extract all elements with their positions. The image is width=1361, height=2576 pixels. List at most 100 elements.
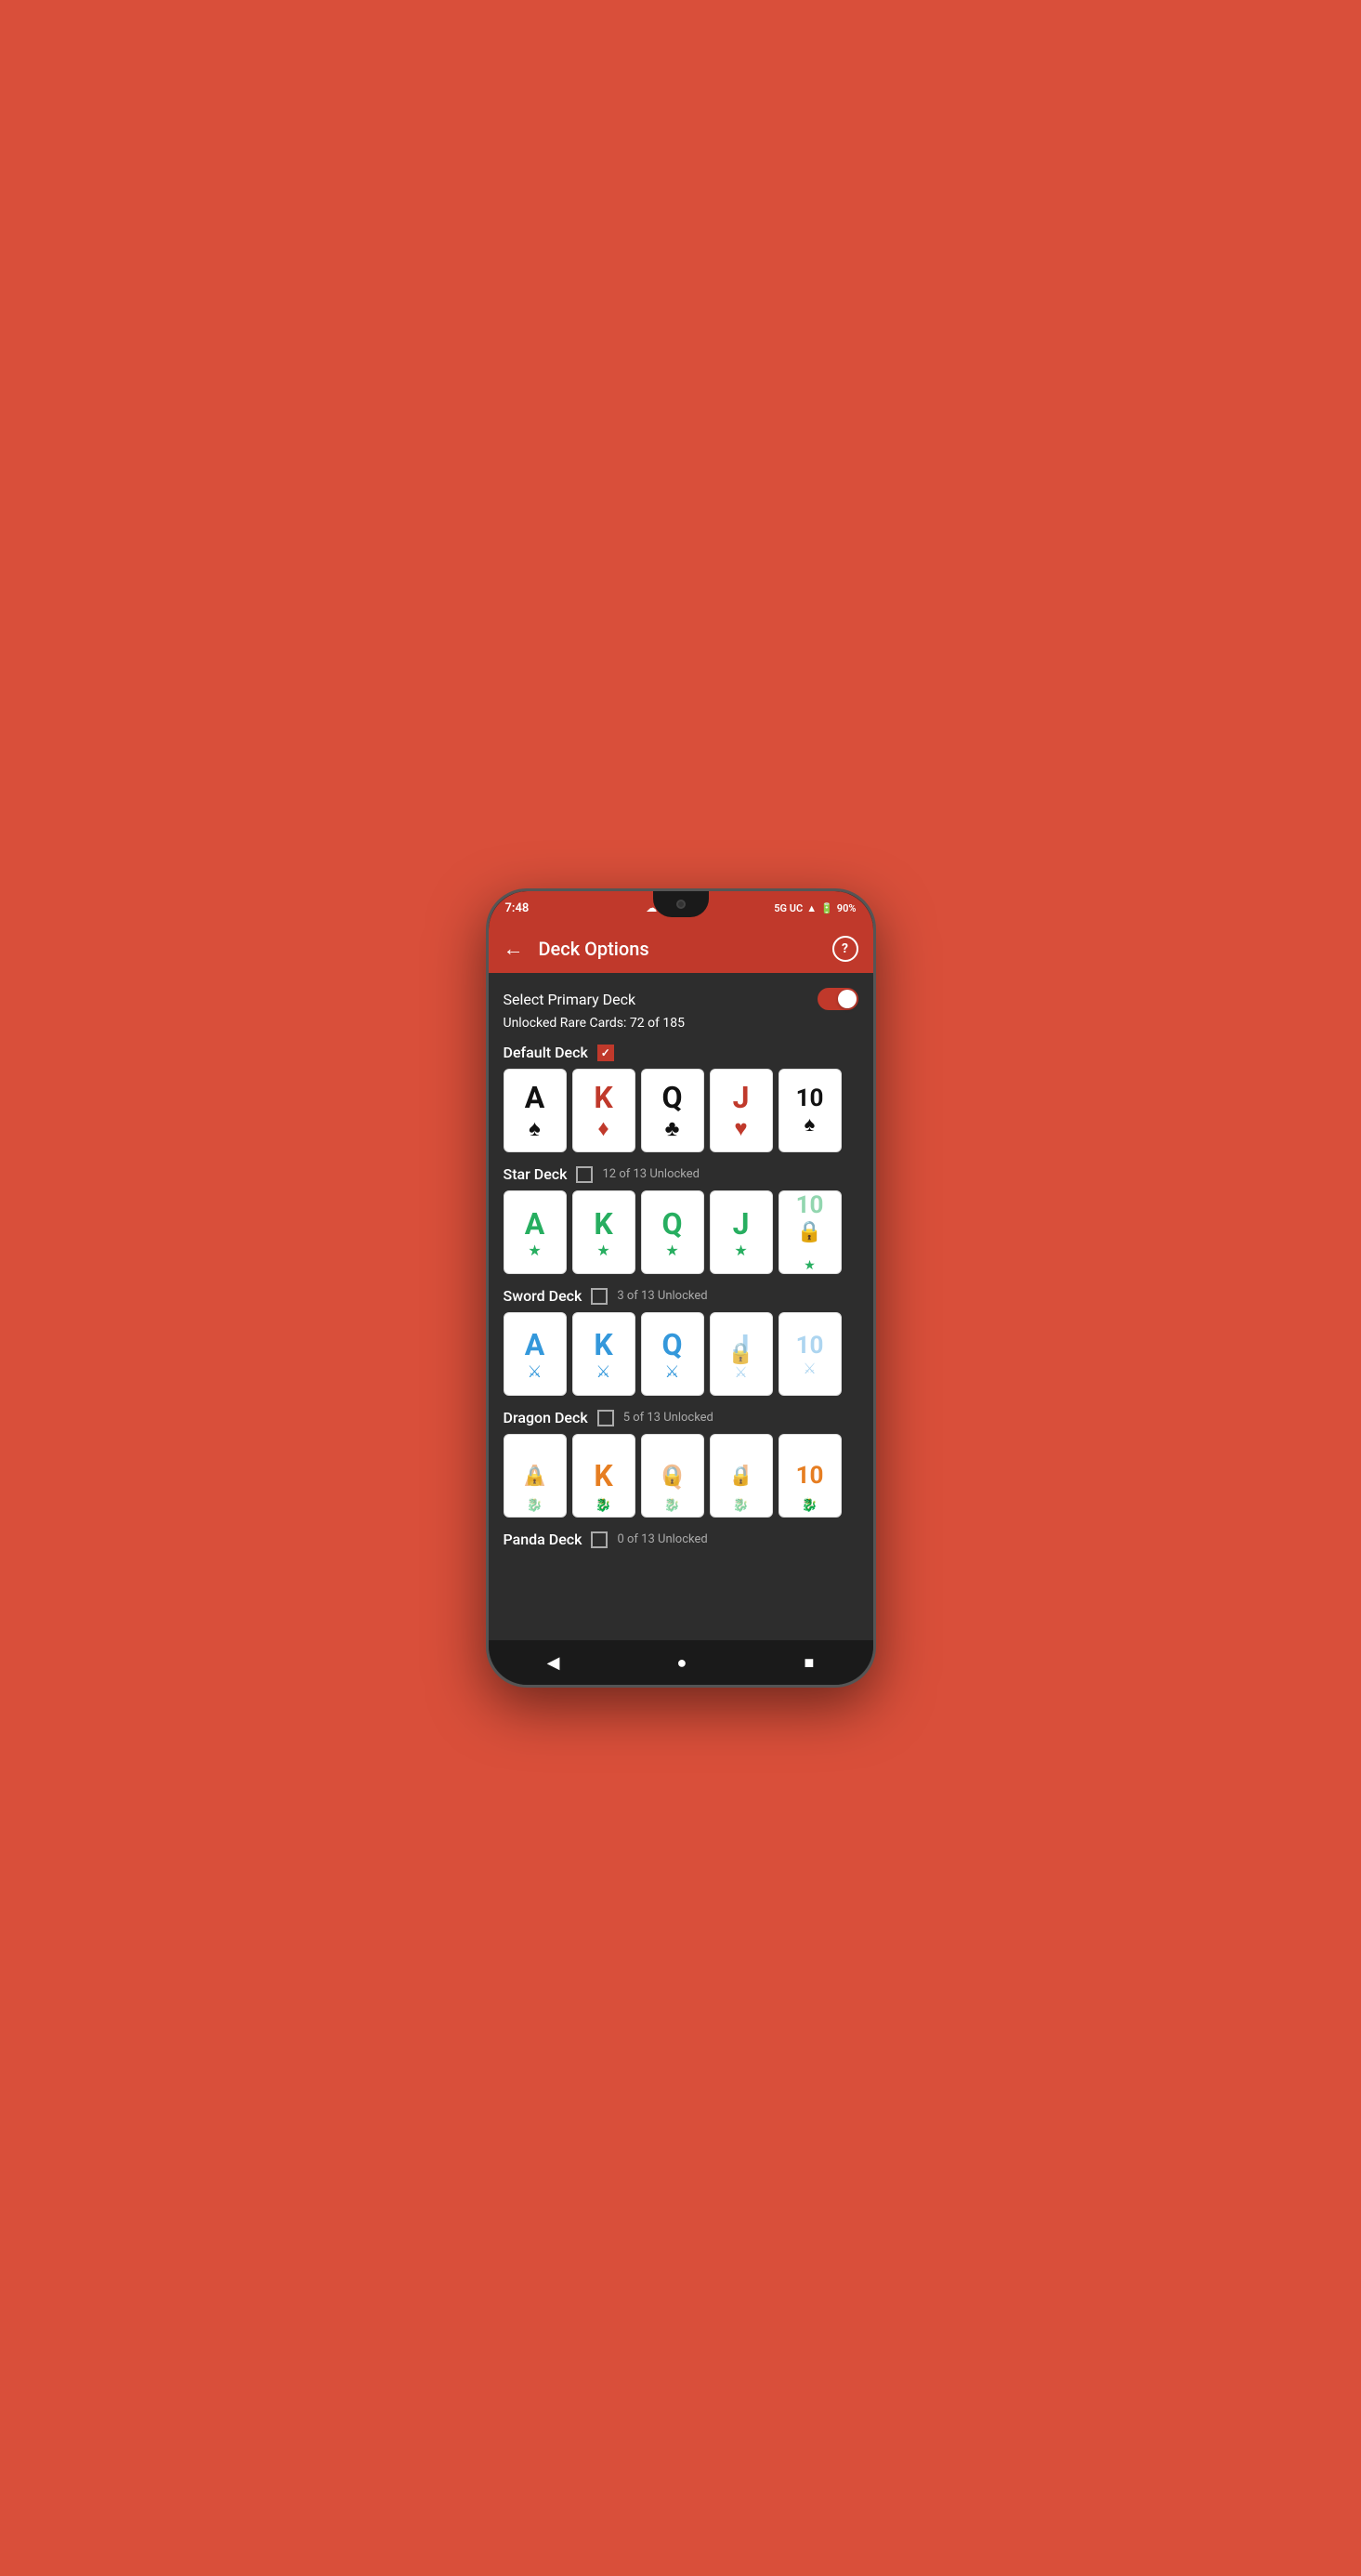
card-letter: K bbox=[594, 1327, 612, 1362]
star-deck-section: Star Deck 12 of 13 Unlocked A ★ K ★ Q bbox=[504, 1165, 858, 1274]
volume-up-button[interactable] bbox=[873, 1003, 876, 1040]
card-letter: K bbox=[594, 1080, 612, 1115]
card-dragon-2: K 🐉 bbox=[572, 1434, 635, 1518]
card-star-3: Q ★ bbox=[641, 1190, 704, 1274]
card-letter: Q bbox=[661, 1206, 682, 1242]
card-suit: ★ bbox=[665, 1242, 678, 1259]
dragon-deck-checkbox[interactable] bbox=[597, 1410, 614, 1426]
card-sword-4: J 🔒 ⚔ bbox=[710, 1312, 773, 1396]
default-deck-section: Default Deck A ♠ K ♦ Q bbox=[504, 1044, 858, 1152]
star-deck-checkbox[interactable] bbox=[576, 1166, 593, 1183]
nav-back-button[interactable]: ◀ bbox=[547, 1653, 560, 1673]
star-deck-cards: A ★ K ★ Q ★ J ★ bbox=[504, 1190, 858, 1274]
card-suit: 🐉 bbox=[664, 1498, 680, 1513]
back-button[interactable]: ← bbox=[504, 937, 524, 961]
card-dragon-3: Q 🔒 🐉 bbox=[641, 1434, 704, 1518]
sword-deck-checkbox[interactable] bbox=[591, 1288, 608, 1305]
panda-deck-checkbox[interactable] bbox=[591, 1531, 608, 1548]
star-deck-name: Star Deck bbox=[504, 1165, 568, 1183]
card-suit: ⚔ bbox=[595, 1362, 610, 1382]
lock-icon: 🔒 bbox=[729, 1465, 752, 1487]
dragon-deck-status: 5 of 13 Unlocked bbox=[623, 1411, 713, 1425]
network-label: 5G UC bbox=[774, 902, 803, 914]
status-icons: 5G UC ▲ 🔋 90% bbox=[774, 902, 856, 914]
panda-deck-header: Panda Deck 0 of 13 Unlocked bbox=[504, 1531, 858, 1548]
battery-icon: 🔋 bbox=[820, 902, 833, 914]
card-default-5: 10 ♠ bbox=[779, 1069, 842, 1152]
card-suit: ⚔ bbox=[664, 1362, 679, 1382]
card-suit: ⚔ bbox=[527, 1362, 542, 1382]
primary-deck-label: Select Primary Deck bbox=[504, 991, 636, 1008]
star-deck-header: Star Deck 12 of 13 Unlocked bbox=[504, 1165, 858, 1183]
card-suit: ♠ bbox=[529, 1115, 541, 1142]
sword-deck-header: Sword Deck 3 of 13 Unlocked bbox=[504, 1287, 858, 1305]
card-suit: ♠ bbox=[805, 1112, 816, 1137]
card-suit: ⚔ bbox=[734, 1363, 747, 1381]
card-star-4: J ★ bbox=[710, 1190, 773, 1274]
card-suit: ♣ bbox=[665, 1115, 680, 1142]
lock-icon: 🔒 bbox=[661, 1465, 684, 1487]
card-suit: ♦ bbox=[597, 1115, 609, 1142]
card-letter: 10 bbox=[796, 1462, 824, 1490]
dragon-deck-name: Dragon Deck bbox=[504, 1409, 588, 1426]
notch bbox=[653, 891, 709, 917]
star-deck-status: 12 of 13 Unlocked bbox=[602, 1167, 700, 1181]
bottom-nav: ◀ ● ■ bbox=[489, 1640, 873, 1685]
card-suit: ♥ bbox=[734, 1115, 747, 1142]
card-star-1: A ★ bbox=[504, 1190, 567, 1274]
lock-icon: 🔒 bbox=[797, 1221, 822, 1244]
card-suit: ★ bbox=[528, 1242, 541, 1259]
card-letter: A bbox=[525, 1080, 545, 1115]
card-suit: 🐉 bbox=[733, 1498, 749, 1513]
primary-deck-row: Select Primary Deck bbox=[504, 988, 858, 1010]
panda-deck-name: Panda Deck bbox=[504, 1531, 582, 1548]
card-letter: A bbox=[525, 1206, 545, 1242]
card-letter: A bbox=[525, 1327, 545, 1362]
nav-recents-button[interactable]: ■ bbox=[805, 1653, 815, 1673]
panda-deck-section: Panda Deck 0 of 13 Unlocked bbox=[504, 1531, 858, 1548]
battery-label: 90% bbox=[837, 902, 857, 914]
card-letter: J bbox=[733, 1080, 750, 1115]
card-letter: 10 bbox=[796, 1332, 824, 1360]
card-letter: 10 bbox=[796, 1191, 824, 1219]
card-letter: J bbox=[733, 1206, 750, 1242]
camera bbox=[676, 900, 686, 909]
sword-deck-name: Sword Deck bbox=[504, 1287, 582, 1305]
card-suit: ★ bbox=[596, 1242, 609, 1259]
phone-screen: 7:48 ☁ 5G UC ▲ 🔋 90% ← Deck Options ? Se… bbox=[489, 891, 873, 1685]
help-button[interactable]: ? bbox=[832, 936, 858, 962]
dragon-deck-cards: A 🔒 🐉 K 🐉 Q 🔒 🐉 bbox=[504, 1434, 858, 1518]
default-deck-cards: A ♠ K ♦ Q ♣ J ♥ bbox=[504, 1069, 858, 1152]
lock-icon: 🔒 bbox=[523, 1465, 546, 1487]
card-suit: ⚔ bbox=[803, 1360, 816, 1377]
sword-deck-section: Sword Deck 3 of 13 Unlocked A ⚔ K ⚔ Q bbox=[504, 1287, 858, 1396]
card-default-3: Q ♣ bbox=[641, 1069, 704, 1152]
sword-deck-cards: A ⚔ K ⚔ Q ⚔ J 🔒 ⚔ bbox=[504, 1312, 858, 1396]
card-dragon-4: J 🔒 🐉 bbox=[710, 1434, 773, 1518]
signal-icon: ▲ bbox=[806, 902, 817, 914]
card-suit: ★ bbox=[804, 1258, 816, 1273]
unlocked-rare-info: Unlocked Rare Cards: 72 of 185 bbox=[504, 1016, 858, 1031]
default-deck-header: Default Deck bbox=[504, 1044, 858, 1061]
default-deck-name: Default Deck bbox=[504, 1044, 588, 1061]
dragon-deck-section: Dragon Deck 5 of 13 Unlocked A 🔒 🐉 K 🐉 bbox=[504, 1409, 858, 1518]
content-area: Select Primary Deck Unlocked Rare Cards:… bbox=[489, 973, 873, 1640]
card-star-2: K ★ bbox=[572, 1190, 635, 1274]
card-sword-5: 10 🔒 ⚔ bbox=[779, 1312, 842, 1396]
card-sword-1: A ⚔ bbox=[504, 1312, 567, 1396]
primary-deck-toggle[interactable] bbox=[818, 988, 858, 1010]
app-bar: ← Deck Options ? bbox=[489, 925, 873, 973]
card-letter: Q bbox=[661, 1080, 682, 1115]
volume-down-button[interactable] bbox=[873, 1049, 876, 1086]
card-suit: 🐉 bbox=[802, 1498, 818, 1513]
phone-device: 7:48 ☁ 5G UC ▲ 🔋 90% ← Deck Options ? Se… bbox=[486, 888, 876, 1688]
default-deck-checkbox[interactable] bbox=[597, 1045, 614, 1061]
card-letter: 10 bbox=[796, 1084, 824, 1112]
card-default-2: K ♦ bbox=[572, 1069, 635, 1152]
sword-deck-status: 3 of 13 Unlocked bbox=[617, 1289, 707, 1303]
status-time: 7:48 bbox=[505, 901, 530, 915]
card-suit: 🐉 bbox=[527, 1498, 543, 1513]
card-letter: Q bbox=[661, 1327, 682, 1362]
nav-home-button[interactable]: ● bbox=[677, 1653, 687, 1673]
dragon-deck-header: Dragon Deck 5 of 13 Unlocked bbox=[504, 1409, 858, 1426]
